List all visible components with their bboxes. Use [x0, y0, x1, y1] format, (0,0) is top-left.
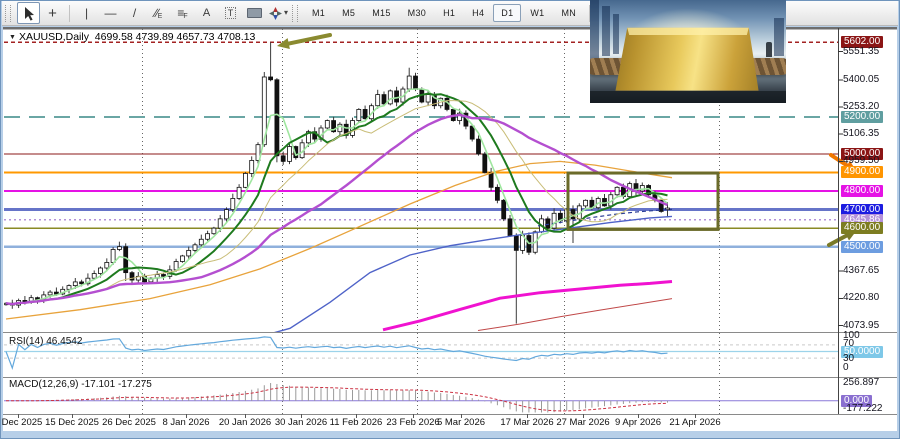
date-label: 30 Jan 2026	[275, 417, 327, 428]
equidistant-channel-icon[interactable]: ∕∕E	[147, 2, 170, 24]
price-axis-badge: 4600.00	[841, 222, 883, 234]
cursor-icon[interactable]	[17, 2, 40, 24]
price-axis-label: 5400.05	[843, 74, 879, 86]
macd-name: MACD(12,26,9)	[9, 379, 78, 390]
ground	[590, 91, 786, 103]
rsi-name: RSI(14)	[9, 336, 43, 347]
gold-bar-image	[590, 0, 786, 103]
tab-timeframe-m15[interactable]: M15	[364, 4, 398, 22]
text-label-icon[interactable]: T	[219, 2, 242, 24]
date-label: 21 Apr 2026	[669, 417, 720, 428]
price-axis-badge: 4900.00	[841, 166, 883, 178]
tab-timeframe-m1[interactable]: M1	[304, 4, 333, 22]
toolbar-grip[interactable]	[5, 5, 11, 22]
city-silhouette	[613, 14, 619, 54]
chart-title[interactable]: ▼XAUUSD,Daily 4699.58 4739.89 4657.73 47…	[9, 31, 255, 43]
date-label: 11 Feb 2026	[330, 417, 383, 428]
shapes-icon[interactable]	[243, 2, 266, 24]
fibonacci-icon[interactable]: ≡F	[171, 2, 194, 24]
price-axis-badge: 4500.00	[841, 241, 883, 253]
toolbar-separator	[69, 5, 70, 22]
chevron-down-icon: ▾	[284, 9, 288, 17]
terminal-window: + | — / ∕∕E ≡F A T ▾ M1 M5 M15 M30 H1 H4…	[0, 0, 900, 439]
date-label: 15 Dec 2025	[45, 417, 99, 428]
date-label: 27 Mar 2026	[556, 417, 609, 428]
date-label: 5 Mar 2026	[437, 417, 485, 428]
date-label: 3 Dec 2025	[0, 417, 42, 428]
city-silhouette	[602, 6, 610, 56]
date-label: 17 Mar 2026	[500, 417, 553, 428]
date-label: 9 Apr 2026	[615, 417, 661, 428]
price-axis-label: 4220.80	[843, 292, 879, 304]
tab-timeframe-d1[interactable]: D1	[493, 4, 521, 22]
price-axis[interactable]: 5602.005551.355400.055253.205200.005106.…	[840, 0, 898, 430]
crosshair-icon[interactable]: +	[41, 2, 64, 24]
city-silhouette	[774, 18, 784, 56]
rsi-value: 46.4542	[46, 336, 82, 347]
price-axis-label: 4367.65	[843, 265, 879, 277]
macd-axis-label: 256.897	[843, 377, 879, 389]
symbol-timeframe-label: XAUUSD,Daily	[19, 31, 89, 43]
date-label: 26 Dec 2025	[102, 417, 156, 428]
figure-silhouette	[766, 42, 772, 57]
tab-timeframe-w1[interactable]: W1	[522, 4, 552, 22]
tab-timeframe-m5[interactable]: M5	[334, 4, 363, 22]
ohlc-values: 4699.58 4739.89 4657.73 4708.13	[95, 31, 256, 43]
macd-indicator-label: MACD(12,26,9) -17.101 -17.275	[9, 379, 152, 390]
date-label: 20 Jan 2026	[219, 417, 271, 428]
toolbar-grip[interactable]	[292, 5, 298, 22]
rsi-indicator-label: RSI(14) 46.4542	[9, 336, 82, 347]
macd-values: -17.101 -17.275	[81, 379, 152, 390]
tab-timeframe-h4[interactable]: H4	[464, 4, 492, 22]
text-icon[interactable]: A	[195, 2, 218, 24]
horizontal-line-icon[interactable]: —	[99, 2, 122, 24]
arrows-icon[interactable]: ▾	[267, 2, 290, 24]
price-axis-label: 5106.35	[843, 128, 879, 140]
tab-timeframe-h1[interactable]: H1	[435, 4, 463, 22]
price-axis-badge: 4800.00	[841, 185, 883, 197]
city-silhouette	[590, 0, 599, 62]
price-axis-badge: 5200.00	[841, 111, 883, 123]
tab-timeframe-mn[interactable]: MN	[554, 4, 585, 22]
price-axis-label: 5551.35	[843, 46, 879, 58]
date-label: 8 Jan 2026	[162, 417, 209, 428]
macd-axis-label: -177.222	[843, 403, 882, 415]
date-label: 23 Feb 2026	[386, 417, 439, 428]
rsi-axis-label: 0	[843, 362, 849, 374]
symbol-dropdown-icon[interactable]: ▼	[9, 34, 16, 41]
trendline-icon[interactable]: /	[123, 2, 146, 24]
vertical-line-icon[interactable]: |	[75, 2, 98, 24]
tab-timeframe-m30[interactable]: M30	[400, 4, 434, 22]
